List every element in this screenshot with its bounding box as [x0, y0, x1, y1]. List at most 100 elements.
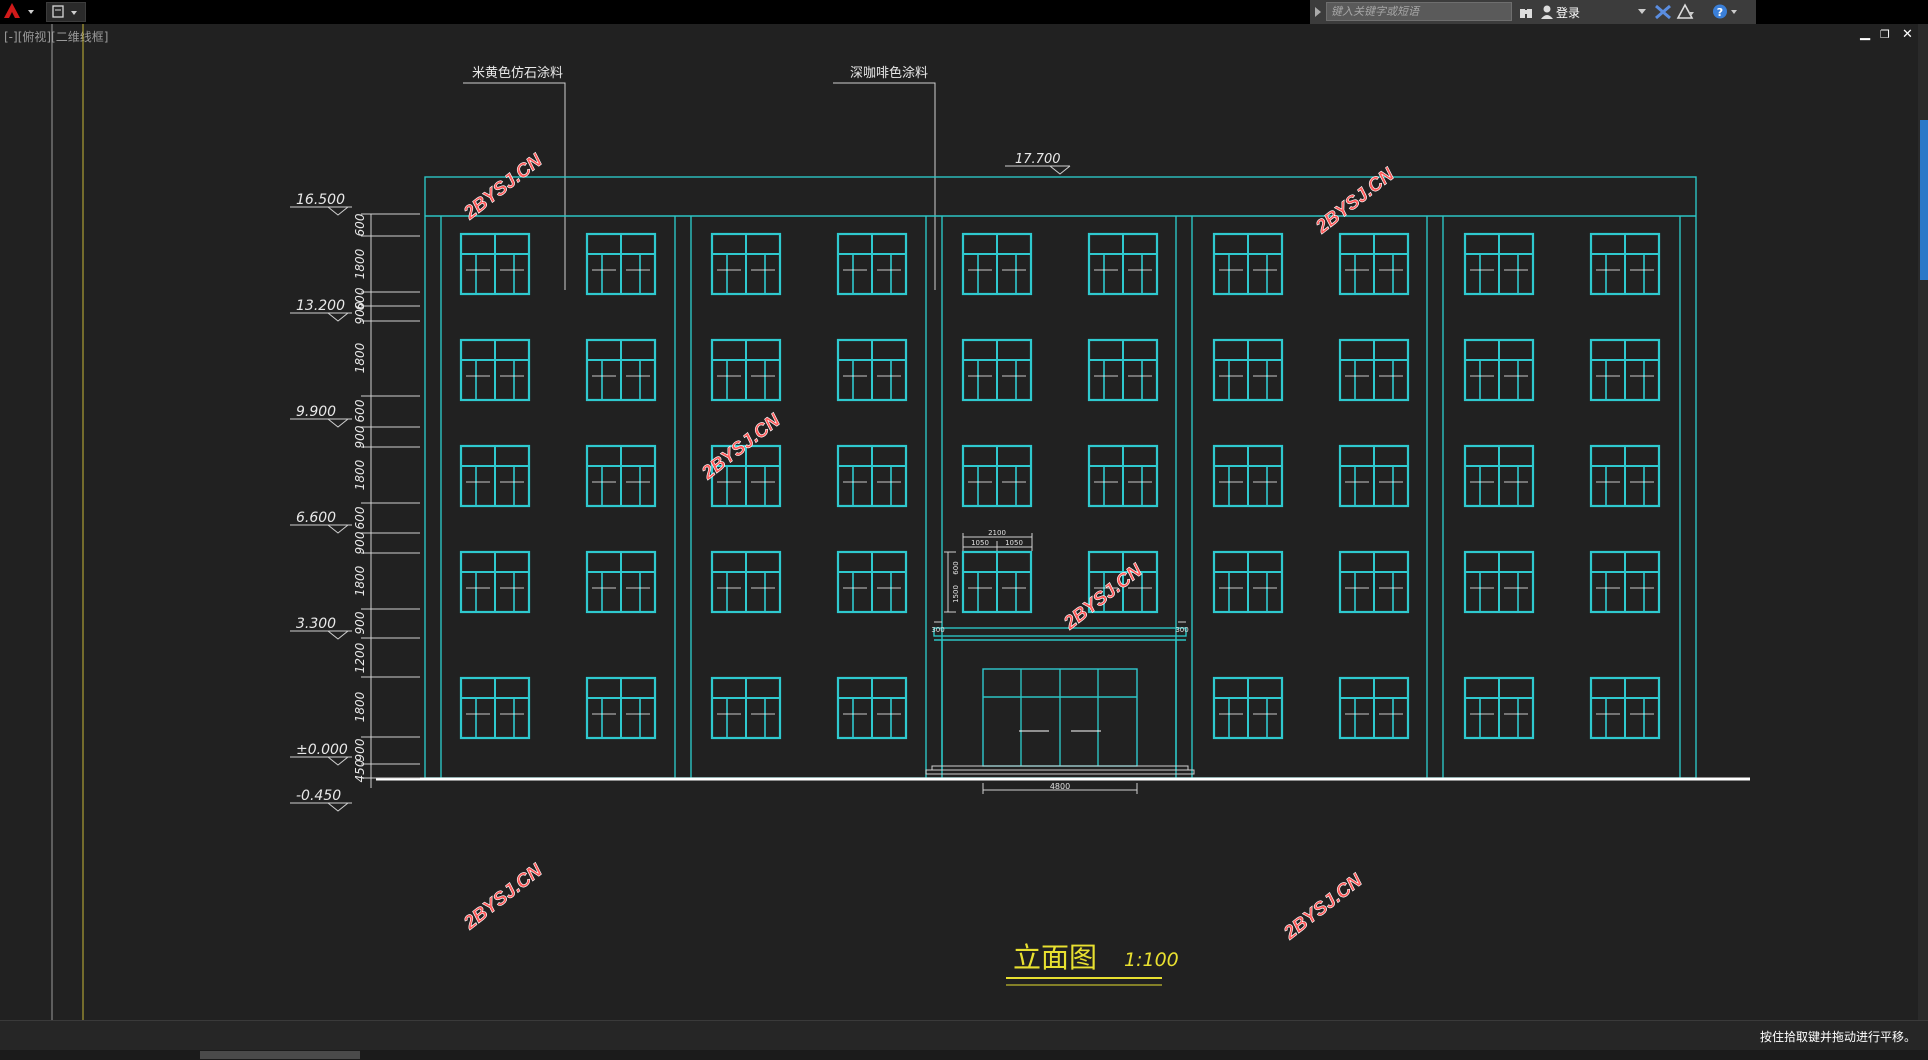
window	[585, 550, 657, 614]
dimension-label: 900	[353, 531, 367, 554]
help-icon[interactable]: ?	[1712, 3, 1740, 20]
window	[1212, 338, 1284, 402]
login-dropdown-icon[interactable]	[1638, 9, 1646, 15]
elevation-label: 16.500	[296, 192, 345, 208]
window	[710, 232, 782, 296]
window	[1463, 676, 1535, 740]
window	[1589, 338, 1661, 402]
window	[585, 676, 657, 740]
workspace-icon	[52, 5, 77, 18]
watermark-text: 2BYSJ.CN	[459, 149, 547, 224]
dimension-lines	[361, 213, 420, 788]
dimension-labels: 6001800600900180060090018006009001800900…	[353, 213, 367, 782]
autocad-logo-icon	[4, 3, 34, 18]
top-elevation-symbol	[1049, 165, 1071, 175]
elevation-label: ±0.000	[296, 742, 348, 758]
window	[585, 444, 657, 508]
expand-arrow-icon[interactable]	[1313, 6, 1323, 18]
elevation-mark: 13.200	[290, 298, 352, 322]
window	[1087, 338, 1159, 402]
elevation-label: 3.300	[296, 616, 336, 632]
window	[1212, 232, 1284, 296]
infocenter-bar: 登录 ?	[1310, 0, 1756, 24]
dimension-label: 900	[353, 611, 367, 634]
window-height-dim-top: 600	[952, 561, 960, 574]
window	[836, 232, 908, 296]
app-menu-button[interactable]	[0, 0, 42, 24]
elevation-label: -0.450	[296, 788, 341, 804]
watermark-text: 2BYSJ.CN	[459, 859, 547, 934]
connect-icon[interactable]	[1676, 3, 1694, 20]
dimension-label: 1200	[353, 642, 367, 673]
vertical-scroll-thumb[interactable]	[1920, 120, 1928, 280]
binoculars-icon[interactable]	[1518, 4, 1534, 20]
quick-access-toolbar[interactable]	[46, 2, 86, 22]
canopy-dim-right: 300	[1175, 626, 1188, 634]
window	[961, 444, 1033, 508]
elevation-label: 6.600	[296, 510, 336, 526]
dimension-label: 600	[353, 399, 367, 422]
elevation-mark: -0.450	[290, 788, 352, 812]
window	[1463, 338, 1535, 402]
status-message: 按住拾取键并拖动进行平移。	[1759, 1030, 1916, 1044]
search-input[interactable]	[1326, 2, 1512, 21]
window	[1338, 232, 1410, 296]
drawing-title: 立面图	[1013, 941, 1097, 974]
window	[459, 444, 531, 508]
entrance-steps	[925, 765, 1195, 775]
watermarks: 2BYSJ.CN 2BYSJ.CN 2BYSJ.CN 2BYSJ.CN 2BYSJ.CN…	[459, 149, 1400, 945]
window	[836, 550, 908, 614]
horizontal-scroll-thumb[interactable]	[200, 1051, 360, 1059]
dimension-label: 1800	[353, 342, 367, 373]
window	[1212, 676, 1284, 740]
canopy-dim-left: 300	[931, 626, 944, 634]
window-part-dim-left: 1050	[971, 539, 989, 547]
right-material-note: 深咖啡色涂料	[850, 65, 928, 81]
building-frame	[424, 176, 1697, 779]
dimension-label: 1800	[353, 565, 367, 596]
window	[1463, 550, 1535, 614]
left-material-note: 米黄色仿石涂料	[472, 65, 563, 81]
window	[585, 232, 657, 296]
dimension-label: 900	[353, 738, 367, 761]
exchange-icon[interactable]	[1654, 4, 1672, 20]
window	[961, 550, 1033, 614]
windows-grid	[459, 232, 1661, 740]
window	[1087, 444, 1159, 508]
window	[1212, 444, 1284, 508]
window	[459, 676, 531, 740]
window	[836, 676, 908, 740]
elevation-mark: 6.600	[290, 510, 352, 534]
dimension-label: 600	[353, 506, 367, 529]
watermark-text: 2BYSJ.CN	[1279, 869, 1367, 944]
elevation-mark: 9.900	[290, 404, 352, 428]
elevation-marks: 16.500 13.200 9.900 6.600 3.300 ±0.000 -0.450	[290, 192, 352, 812]
elevation-mark: 16.500	[290, 192, 352, 216]
dimension-label: 1800	[353, 691, 367, 722]
login-label[interactable]: 登录	[1556, 4, 1580, 21]
window	[1589, 676, 1661, 740]
elevation-label: 9.900	[296, 404, 336, 420]
window-part-dim-right: 1050	[1005, 539, 1023, 547]
window	[1338, 444, 1410, 508]
window	[1463, 232, 1535, 296]
window-height-dim-bottom: 1500	[952, 585, 960, 603]
user-icon	[1541, 5, 1553, 19]
window	[459, 338, 531, 402]
window	[1463, 444, 1535, 508]
window	[1087, 232, 1159, 296]
drawing-scale: 1:100	[1124, 949, 1179, 971]
elevation-mark: 3.300	[290, 616, 352, 640]
svg-text:?: ?	[1717, 6, 1723, 19]
drawing-canvas[interactable]: 米黄色仿石涂料 深咖啡色涂料 17.700 600180060090018006…	[0, 24, 1918, 1020]
window	[1589, 232, 1661, 296]
window	[459, 232, 531, 296]
window	[585, 338, 657, 402]
dimension-label: 1800	[353, 248, 367, 279]
title-bar: 登录 ?	[0, 0, 1928, 24]
door-width-dim: 4800	[1050, 782, 1070, 791]
watermark-text: 2BYSJ.CN	[1311, 163, 1399, 238]
window-width-dim: 2100	[988, 529, 1006, 537]
dimension-label: 1800	[353, 459, 367, 490]
dimension-label: 450	[353, 759, 367, 782]
